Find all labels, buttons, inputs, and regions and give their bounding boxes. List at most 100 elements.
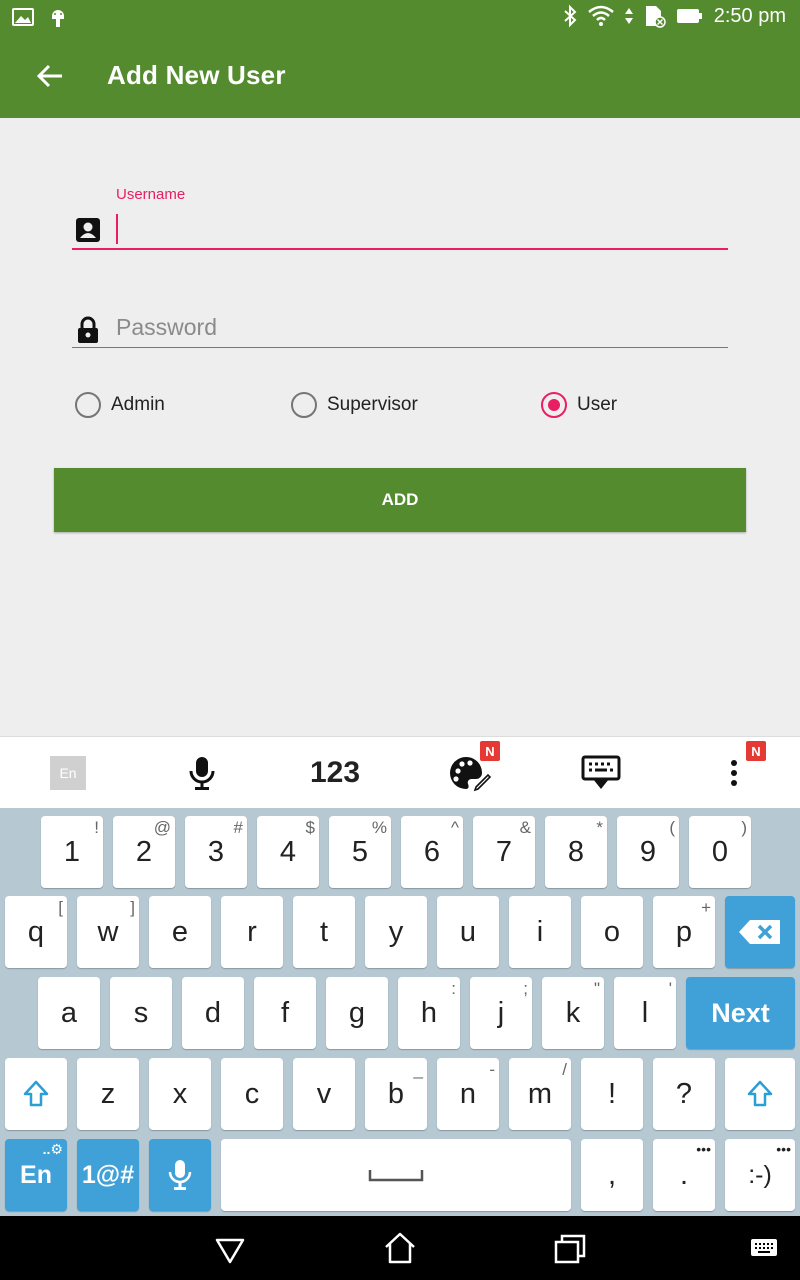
key-u[interactable]: u	[437, 896, 499, 968]
bluetooth-icon	[564, 4, 577, 28]
key-9[interactable]: 9(	[617, 816, 679, 888]
key-e[interactable]: e	[149, 896, 211, 968]
key-v[interactable]: v	[293, 1058, 355, 1130]
key-f[interactable]: f	[254, 977, 316, 1049]
number-mode-button[interactable]: 123	[300, 737, 370, 809]
key-5[interactable]: 5%	[329, 816, 391, 888]
comma-key[interactable]: ,	[581, 1139, 643, 1211]
key-symbol[interactable]: ?	[653, 1058, 715, 1130]
home-nav-icon[interactable]	[382, 1230, 418, 1266]
key-x[interactable]: x	[149, 1058, 211, 1130]
key-w[interactable]: w]	[77, 896, 139, 968]
radio-user[interactable]: User	[541, 392, 617, 418]
key-b[interactable]: b _	[365, 1058, 427, 1130]
key-1[interactable]: 1!	[41, 816, 103, 888]
symbols-key[interactable]: 1@#	[77, 1139, 139, 1211]
back-arrow-icon[interactable]	[34, 60, 66, 92]
key-p[interactable]: p +	[653, 896, 715, 968]
key-label: k	[565, 996, 581, 1029]
radio-supervisor[interactable]: Supervisor	[291, 392, 418, 418]
status-time: 2:50 pm	[713, 4, 786, 27]
key-c[interactable]: c	[221, 1058, 283, 1130]
text-cursor	[116, 214, 118, 244]
key-6[interactable]: 6 ^	[401, 816, 463, 888]
app-bar: Add New User	[0, 36, 800, 118]
back-nav-icon[interactable]	[212, 1230, 248, 1266]
key-label: n	[459, 1077, 477, 1110]
space-key[interactable]	[221, 1139, 571, 1211]
password-field[interactable]: Password	[72, 308, 728, 348]
key-label: 1	[63, 835, 81, 868]
key-label: o	[603, 915, 621, 948]
mic-key[interactable]	[149, 1139, 211, 1211]
key-i[interactable]: i	[509, 896, 571, 968]
key-symbol[interactable]: !	[581, 1058, 643, 1130]
key-0[interactable]: 0)	[689, 816, 751, 888]
wifi-icon	[587, 5, 614, 26]
key-2[interactable]: 2 @	[113, 816, 175, 888]
key-k[interactable]: k "	[542, 977, 604, 1049]
backspace-key[interactable]	[725, 896, 795, 968]
key-a[interactable]: a	[38, 977, 100, 1049]
android-debug-icon	[52, 10, 64, 27]
key-label: r	[247, 915, 257, 948]
on-screen-keyboard: 1! 2 @3 #4 $5% 6 ^ 7 & 8 * 9(0) q[w] e r t y u i o p + asdfg…	[0, 808, 800, 1216]
key-3[interactable]: 3 #	[185, 816, 247, 888]
key-l[interactable]: l '	[614, 977, 676, 1049]
radio-label: Admin	[111, 394, 165, 415]
key-label: 7	[495, 835, 513, 868]
language-indicator[interactable]: En	[50, 756, 86, 790]
username-field[interactable]	[72, 208, 728, 250]
key-z[interactable]: z	[77, 1058, 139, 1130]
key-o[interactable]: o	[581, 896, 643, 968]
key-4[interactable]: 4 $	[257, 816, 319, 888]
key-y[interactable]: y	[365, 896, 427, 968]
period-key[interactable]: . •••	[653, 1139, 715, 1211]
key-secondary-label: /	[562, 1060, 567, 1079]
key-secondary-label: *	[596, 818, 603, 837]
key-j[interactable]: j;	[470, 977, 532, 1049]
key-r[interactable]: r	[221, 896, 283, 968]
radio-admin[interactable]: Admin	[75, 392, 165, 418]
shift-key-left[interactable]	[5, 1058, 67, 1130]
key-7[interactable]: 7 &	[473, 816, 535, 888]
key-label: g	[348, 996, 366, 1029]
key-s[interactable]: s	[110, 977, 172, 1049]
key-t[interactable]: t	[293, 896, 355, 968]
key-label: 8	[567, 835, 585, 868]
key-secondary-label: (	[669, 818, 675, 837]
contact-card-icon	[76, 218, 100, 242]
add-user-form: Username Password Admin Supervisor User …	[0, 118, 800, 736]
key-secondary-label: :	[451, 979, 456, 998]
key-h[interactable]: h:	[398, 977, 460, 1049]
radio-button-icon	[75, 392, 101, 418]
key-label: t	[319, 915, 329, 948]
recents-nav-icon[interactable]	[552, 1230, 588, 1266]
hide-keyboard-button[interactable]	[580, 737, 622, 809]
theme-button[interactable]: N	[444, 737, 500, 809]
smiley-key[interactable]: :-) •••	[725, 1139, 795, 1211]
shift-key-right[interactable]	[725, 1058, 795, 1130]
key-secondary-label: @	[153, 818, 171, 837]
key-label: p	[675, 915, 693, 948]
key-label: 0	[711, 835, 729, 868]
battery-icon	[676, 9, 702, 23]
more-options-button[interactable]: N	[722, 737, 766, 809]
key-secondary-label: )	[741, 818, 747, 837]
key-m[interactable]: m /	[509, 1058, 571, 1130]
next-key[interactable]: Next	[686, 977, 795, 1049]
voice-input-button[interactable]	[180, 737, 224, 809]
key-label: b	[387, 1077, 405, 1110]
no-sim-icon	[645, 6, 666, 28]
settings-gear-icon: ..⚙	[42, 1141, 63, 1157]
add-button[interactable]: ADD	[54, 468, 746, 532]
key-n[interactable]: n-	[437, 1058, 499, 1130]
key-d[interactable]: d	[182, 977, 244, 1049]
language-key[interactable]: En ..⚙	[5, 1139, 67, 1211]
key-q[interactable]: q[	[5, 896, 67, 968]
new-badge: N	[480, 741, 500, 761]
keyboard-switch-icon[interactable]	[750, 1236, 778, 1260]
key-8[interactable]: 8 *	[545, 816, 607, 888]
key-g[interactable]: g	[326, 977, 388, 1049]
key-secondary-label: %	[371, 818, 387, 837]
